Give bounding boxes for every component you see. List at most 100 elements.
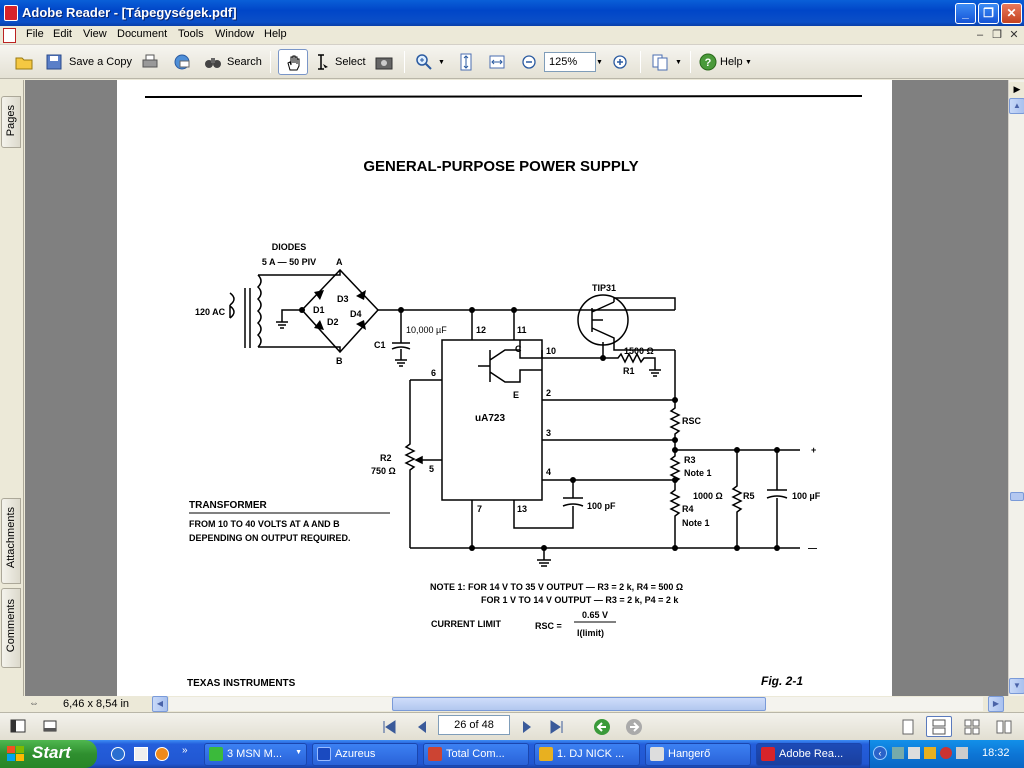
pin-10: 10 — [546, 346, 556, 356]
adobe-reader-icon — [4, 5, 18, 21]
zoom-level-input[interactable]: 125% — [544, 52, 596, 72]
open-folder-icon[interactable] — [14, 52, 34, 72]
vertical-scrollbar[interactable]: ▶ ▲ ▼ — [1008, 80, 1024, 696]
pdf-document-icon[interactable] — [3, 28, 16, 43]
previous-page-icon[interactable] — [413, 718, 431, 736]
task-winamp[interactable]: 1. DJ NICK ... — [534, 743, 640, 766]
speaker-icon[interactable] — [956, 747, 968, 759]
zoom-plus-icon[interactable] — [610, 52, 630, 72]
email-icon[interactable] — [172, 52, 192, 72]
tab-pages[interactable]: Pages — [1, 96, 21, 148]
window-title: Adobe Reader - [Tápegységek.pdf] — [22, 5, 237, 20]
menu-help[interactable]: Help — [264, 28, 287, 40]
explorer-quicklaunch-icon[interactable] — [134, 747, 148, 761]
tab-attachments[interactable]: Attachments — [1, 498, 21, 584]
close-button[interactable]: ✕ — [1001, 3, 1022, 24]
warning-icon[interactable] — [924, 747, 936, 759]
scroll-left-button[interactable]: ◀ — [152, 696, 168, 712]
search-button[interactable]: Search — [227, 56, 262, 68]
msn-icon — [209, 747, 223, 761]
task-volume[interactable]: Hangerő — [645, 743, 751, 766]
scroll-up-button[interactable]: ▲ — [1009, 98, 1024, 114]
menu-edit[interactable]: Edit — [53, 28, 72, 40]
zoom-in-icon[interactable] — [414, 52, 434, 72]
zoom-out-icon[interactable] — [519, 52, 539, 72]
print-icon[interactable] — [140, 52, 160, 72]
menu-tools[interactable]: Tools — [178, 28, 204, 40]
task-azureus[interactable]: Azureus — [312, 743, 418, 766]
formula-denominator: I(limit) — [577, 628, 604, 638]
fit-width-icon[interactable] — [487, 52, 507, 72]
horizontal-scroll-track[interactable] — [169, 697, 983, 711]
antivirus-icon[interactable] — [940, 747, 952, 759]
zoom-dropdown-icon[interactable]: ▼ — [438, 59, 445, 66]
floppy-icon — [428, 747, 442, 761]
menu-bar: File Edit View Document Tools Window Hel… — [0, 26, 1024, 45]
network-icon[interactable] — [892, 747, 904, 759]
task-total-commander-label: Total Com... — [446, 748, 505, 760]
restore-button[interactable]: ❐ — [978, 3, 999, 24]
binoculars-icon[interactable] — [203, 52, 223, 72]
hand-icon — [287, 55, 300, 71]
next-page-icon[interactable] — [518, 718, 536, 736]
page-heading: GENERAL-PURPOSE POWER SUPPLY — [363, 158, 638, 175]
save-icon[interactable] — [44, 52, 64, 72]
menu-file[interactable]: File — [26, 28, 44, 40]
formula-numerator: 0.65 V — [582, 610, 608, 620]
task-total-commander[interactable]: Total Com... — [423, 743, 529, 766]
zoom-level-dropdown-icon[interactable]: ▼ — [596, 59, 603, 66]
hand-tool-button[interactable] — [278, 49, 308, 75]
text-cursor-icon[interactable] — [311, 52, 331, 72]
r2-label: R2 — [380, 453, 392, 463]
save-copy-button[interactable]: Save a Copy — [69, 56, 132, 68]
first-page-icon[interactable] — [380, 718, 398, 736]
single-page-icon[interactable] — [900, 719, 916, 735]
task-adobe-reader[interactable]: Adobe Rea... — [756, 743, 862, 766]
firefox-quicklaunch-icon[interactable] — [155, 747, 169, 761]
menu-view[interactable]: View — [83, 28, 107, 40]
split-arrow-icon[interactable]: ▶ — [1009, 82, 1024, 98]
panel-toggle-icon[interactable] — [10, 718, 26, 734]
help-icon[interactable]: ? — [698, 52, 718, 72]
monitor-icon[interactable] — [908, 747, 920, 759]
last-page-icon[interactable] — [548, 718, 566, 736]
scroll-down-button[interactable]: ▼ — [1009, 678, 1024, 694]
svg-text:?: ? — [705, 57, 712, 69]
help-button[interactable]: Help — [720, 56, 743, 68]
scroll-right-button[interactable]: ▶ — [988, 696, 1004, 712]
task-azureus-label: Azureus — [335, 748, 376, 760]
page-layout-icon[interactable] — [650, 52, 670, 72]
start-button[interactable]: Start — [0, 740, 97, 768]
r1-value: 1500 Ω — [624, 346, 654, 356]
menu-window[interactable]: Window — [215, 28, 254, 40]
ic-label: uA723 — [475, 413, 505, 424]
menu-document[interactable]: Document — [117, 28, 167, 40]
vertical-scroll-thumb[interactable] — [1010, 492, 1024, 501]
snapshot-icon[interactable] — [374, 52, 394, 72]
clock: 18:32 — [982, 747, 1010, 759]
rsc-label: RSC — [682, 416, 702, 426]
continuous-view-button[interactable] — [926, 716, 952, 737]
go-forward-icon[interactable] — [624, 717, 644, 737]
minimize-button[interactable]: _ — [955, 3, 976, 24]
doc-close-icon[interactable]: ✕ — [1007, 28, 1021, 42]
continuous-facing-icon[interactable] — [996, 719, 1012, 735]
page-number-input[interactable]: 26 of 48 — [438, 715, 510, 735]
tray-expand-icon[interactable]: ‹ — [873, 746, 887, 760]
document-pane[interactable]: GENERAL-PURPOSE POWER SUPPLY DIODES 5 A … — [25, 80, 1008, 696]
page-layout-dropdown-icon[interactable]: ▼ — [675, 59, 682, 66]
facing-pages-icon[interactable] — [964, 719, 980, 735]
diodes-label: DIODES — [272, 242, 307, 252]
select-button[interactable]: Select — [335, 56, 366, 68]
doc-restore-icon[interactable]: ❐ — [990, 28, 1004, 42]
horizontal-scroll-thumb[interactable] — [392, 697, 766, 711]
help-dropdown-icon[interactable]: ▼ — [745, 59, 752, 66]
doc-minimize-icon[interactable]: – — [973, 28, 987, 42]
go-back-icon[interactable] — [592, 717, 612, 737]
task-msn[interactable]: 3 MSN M... ▼ — [204, 743, 307, 766]
quicklaunch-expand-icon[interactable]: » — [182, 745, 188, 756]
tab-comments[interactable]: Comments — [1, 588, 21, 668]
window-toggle-icon[interactable] — [42, 718, 58, 734]
fit-height-icon[interactable] — [456, 52, 476, 72]
msn-quicklaunch-icon[interactable] — [111, 747, 125, 761]
